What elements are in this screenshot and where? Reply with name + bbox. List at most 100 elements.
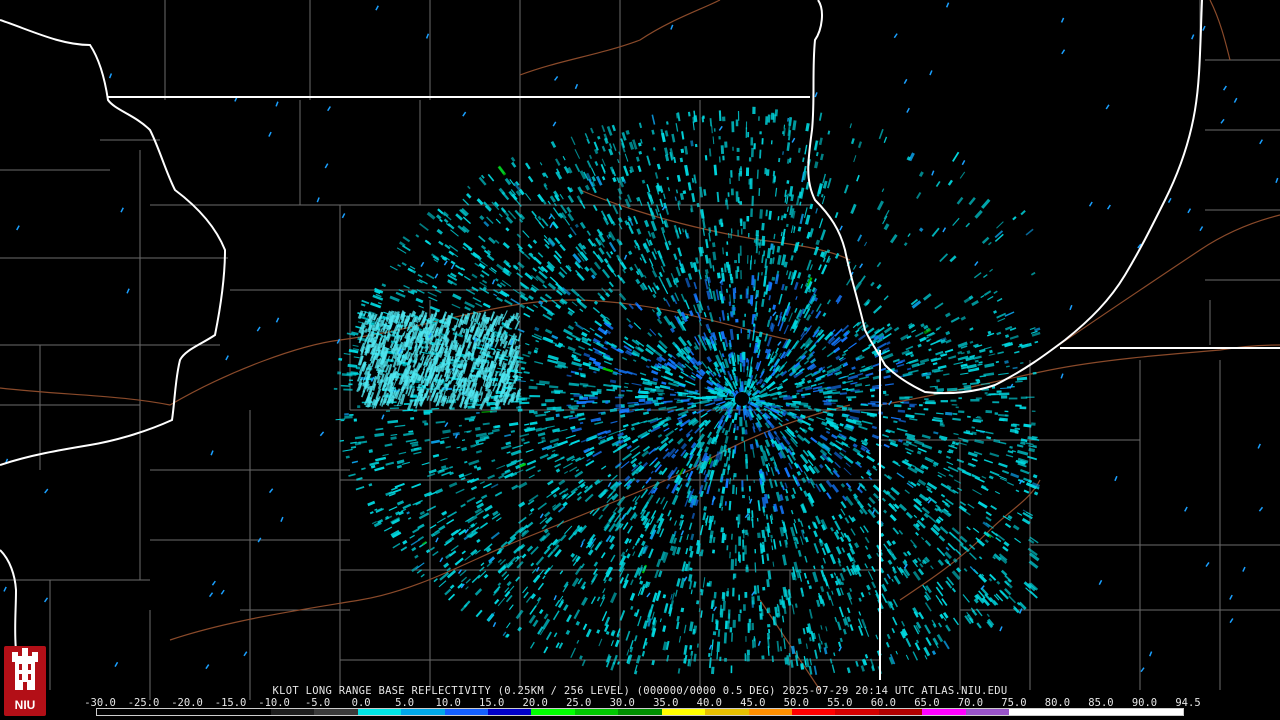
echo-streak bbox=[726, 591, 729, 597]
echo-streak bbox=[747, 132, 750, 138]
echo-streak bbox=[528, 409, 535, 414]
echo-streak bbox=[757, 595, 761, 601]
echo-streak bbox=[735, 318, 739, 323]
echo-streak bbox=[748, 618, 752, 623]
echo-streak bbox=[476, 411, 480, 414]
echo-streak bbox=[736, 333, 740, 340]
echo-streak bbox=[423, 409, 433, 414]
echo-streak bbox=[410, 417, 415, 420]
echo-streak bbox=[964, 386, 972, 391]
echo-streak bbox=[975, 397, 982, 400]
echo-streak bbox=[986, 394, 991, 396]
echo-streak bbox=[739, 245, 742, 256]
echo-streak bbox=[486, 403, 491, 407]
echo-streak bbox=[413, 409, 418, 412]
echo-streak bbox=[745, 564, 749, 570]
echo-streak bbox=[746, 358, 749, 363]
echo-streak bbox=[730, 233, 732, 239]
echo-streak bbox=[786, 180, 790, 184]
echo-streak bbox=[753, 239, 756, 243]
echo-streak bbox=[1015, 404, 1022, 407]
echo-streak bbox=[528, 385, 538, 390]
echo-streak bbox=[753, 638, 756, 648]
echo-streak bbox=[730, 170, 733, 178]
echo-streak bbox=[746, 508, 751, 514]
echo-streak bbox=[724, 141, 728, 148]
echo-streak bbox=[333, 387, 338, 390]
echo-streak bbox=[719, 656, 722, 662]
echo-streak bbox=[751, 596, 755, 605]
echo-streak bbox=[985, 410, 993, 414]
echo-streak bbox=[737, 110, 740, 121]
echo-streak bbox=[741, 487, 744, 492]
echo-streak bbox=[736, 266, 740, 272]
echo-streak bbox=[748, 496, 751, 501]
echo-streak bbox=[730, 188, 734, 196]
echo-streak bbox=[750, 208, 753, 217]
echo-streak bbox=[754, 316, 757, 321]
echo-streak bbox=[728, 301, 732, 306]
echo-streak bbox=[759, 131, 762, 135]
echo-streak bbox=[718, 136, 721, 140]
echo-streak bbox=[884, 394, 889, 396]
echo-streak bbox=[746, 654, 750, 662]
echo-streak bbox=[673, 398, 680, 400]
echo-streak bbox=[713, 128, 716, 132]
echo-streak bbox=[919, 404, 923, 407]
echo-streak bbox=[732, 484, 735, 494]
echo-streak bbox=[733, 307, 736, 311]
echo-streak bbox=[731, 121, 735, 133]
echo-streak bbox=[990, 393, 1001, 396]
echo-streak bbox=[403, 403, 410, 405]
echo-streak bbox=[711, 395, 723, 399]
echo-streak bbox=[592, 392, 598, 396]
echo-streak bbox=[516, 406, 522, 409]
echo-streak bbox=[694, 396, 703, 399]
echo-streak bbox=[923, 408, 929, 411]
echo-streak bbox=[736, 147, 740, 152]
echo-streak bbox=[781, 131, 785, 135]
echo-streak bbox=[936, 388, 945, 392]
echo-streak bbox=[724, 657, 727, 662]
echo-streak bbox=[744, 592, 748, 598]
echo-streak bbox=[734, 435, 738, 441]
echo-streak bbox=[734, 544, 737, 554]
echo-streak bbox=[581, 404, 586, 408]
echo-streak bbox=[706, 582, 711, 587]
echo-streak bbox=[652, 399, 659, 403]
echo-streak bbox=[1008, 397, 1018, 400]
echo-streak bbox=[940, 400, 948, 403]
echo-streak bbox=[745, 636, 747, 642]
echo-streak bbox=[747, 623, 750, 633]
echo-streak bbox=[736, 155, 740, 161]
echo-streak bbox=[732, 146, 734, 151]
echo-streak bbox=[754, 549, 757, 554]
echo-streak bbox=[772, 114, 777, 123]
echo-streak bbox=[592, 402, 598, 404]
echo-streak bbox=[739, 416, 743, 427]
echo-streak bbox=[761, 138, 764, 145]
echo-streak bbox=[739, 294, 743, 299]
echo-streak bbox=[746, 649, 750, 656]
echo-streak bbox=[724, 620, 728, 630]
echo-streak bbox=[737, 229, 739, 237]
echo-streak bbox=[748, 233, 750, 238]
echo-streak bbox=[638, 398, 646, 402]
echo-streak bbox=[994, 412, 999, 415]
echo-streak bbox=[343, 388, 353, 391]
echo-streak bbox=[677, 393, 687, 397]
echo-streak bbox=[996, 390, 1002, 393]
echo-streak bbox=[742, 539, 744, 548]
echo-streak bbox=[735, 516, 739, 521]
echo-streak bbox=[743, 221, 746, 230]
echo-streak bbox=[726, 545, 729, 551]
echo-streak bbox=[768, 629, 771, 634]
echo-streak bbox=[757, 532, 761, 539]
echo-streak bbox=[848, 398, 852, 401]
echo-streak bbox=[739, 356, 743, 363]
echo-streak bbox=[424, 422, 429, 426]
echo-streak bbox=[894, 404, 902, 408]
echo-streak bbox=[722, 592, 726, 601]
echo-streak bbox=[738, 594, 740, 601]
echo-streak bbox=[712, 631, 717, 636]
